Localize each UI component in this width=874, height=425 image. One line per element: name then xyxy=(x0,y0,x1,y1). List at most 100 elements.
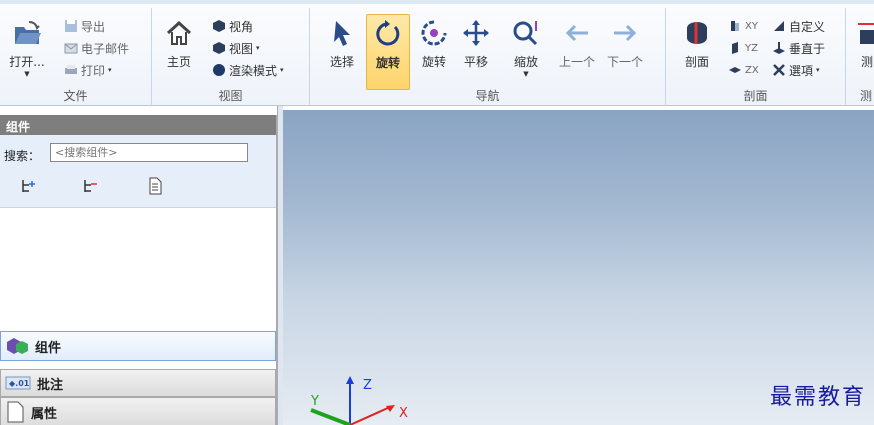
chevron-down-icon: ▾ xyxy=(256,44,260,52)
next-label: 下一个 xyxy=(606,55,643,69)
tab-annotations-label: 批注 xyxy=(37,377,64,393)
measure-group: 测 测 xyxy=(846,8,874,106)
annotation-icon: ◆.01 xyxy=(5,376,31,390)
section-group: 剖面 XY YZ ZX 自定义 垂直于 選項 ▾ 剖面 xyxy=(666,8,846,106)
yz-label: YZ xyxy=(745,42,758,54)
collapse-tree-icon[interactable] xyxy=(82,177,100,195)
rotate-active-label: 旋转 xyxy=(375,56,400,70)
select-button[interactable]: 选择 xyxy=(324,18,360,70)
pan-label: 平移 xyxy=(463,55,488,69)
options-button[interactable]: 選項 ▾ xyxy=(772,60,820,80)
section-group-label: 剖面 xyxy=(743,89,768,103)
view-group-label: 视图 xyxy=(218,89,243,103)
render-mode-button[interactable]: 渲染模式 ▾ xyxy=(212,60,284,80)
chevron-down-icon: ▼ xyxy=(523,70,529,78)
tools-icon xyxy=(773,64,785,76)
save-icon xyxy=(65,20,77,32)
home-button[interactable]: 主页 xyxy=(162,18,196,70)
axis-y-label: Y xyxy=(310,394,319,409)
printer-icon xyxy=(65,65,77,74)
export-label: 导出 xyxy=(81,19,106,34)
perpendicular-label: 垂直于 xyxy=(789,41,826,56)
open-button[interactable]: 打开... ▼ xyxy=(6,18,48,78)
cursor-arrow-icon xyxy=(334,21,350,46)
email-label: 电子邮件 xyxy=(81,41,130,56)
rotate-active-button[interactable]: 旋转 xyxy=(366,14,410,90)
zoom-label: 缩放 xyxy=(513,55,538,69)
home-label: 主页 xyxy=(166,55,191,69)
rotate-button[interactable]: 旋转 xyxy=(416,18,452,70)
3d-viewport[interactable]: Z X Y 最需教育 xyxy=(283,110,874,425)
tab-properties[interactable]: 属性 xyxy=(0,397,276,425)
chevron-down-icon: ▾ xyxy=(816,66,820,74)
chevron-down-icon: ▾ xyxy=(280,66,284,74)
properties-doc-icon xyxy=(7,401,24,423)
select-label: 选择 xyxy=(329,55,354,69)
print-label: 打印 xyxy=(81,63,106,78)
print-button[interactable]: 打印 ▾ xyxy=(64,60,112,80)
plane-xy-icon xyxy=(731,21,739,31)
plane-zx-icon xyxy=(729,67,741,73)
view-group: 主页 视角 视图 ▾ 渲染模式 ▾ 视图 xyxy=(152,8,310,106)
axis-triad: Z X Y xyxy=(310,376,408,425)
perpendicular-button[interactable]: 垂直于 xyxy=(772,38,825,58)
tab-properties-label: 属性 xyxy=(31,406,58,422)
plane-yz-icon xyxy=(732,42,738,54)
search-area: 搜索： xyxy=(0,135,276,208)
plane-zx-button[interactable]: ZX xyxy=(728,60,759,80)
file-group-label: 文件 xyxy=(63,89,88,103)
components-cube-icon xyxy=(7,338,28,354)
custom-plane-button[interactable]: 自定义 xyxy=(772,16,825,36)
next-button[interactable]: 下一个 xyxy=(602,18,648,70)
plane-yz-button[interactable]: YZ xyxy=(728,38,758,58)
views-label: 视图 xyxy=(229,41,254,56)
search-label: 搜索： xyxy=(4,149,41,163)
chevron-down-icon: ▾ xyxy=(108,66,112,74)
measure-group-label: 测 xyxy=(860,89,873,103)
zoom-icon xyxy=(513,21,538,46)
email-button[interactable]: 电子邮件 xyxy=(64,38,129,58)
sphere-icon xyxy=(213,64,225,76)
options-label: 選項 xyxy=(789,63,814,78)
prev-label: 上一个 xyxy=(558,55,595,69)
custom-label: 自定义 xyxy=(789,19,826,34)
axis-z-label: Z xyxy=(363,378,372,393)
document-list-icon[interactable] xyxy=(146,177,164,195)
views-button[interactable]: 视图 ▾ xyxy=(212,38,260,58)
zx-label: ZX xyxy=(745,64,759,76)
move-arrows-icon xyxy=(463,20,489,46)
ruler-icon xyxy=(858,23,874,44)
expand-tree-icon[interactable] xyxy=(20,177,38,195)
measure-button[interactable]: 测 xyxy=(852,18,874,70)
rotate-icon xyxy=(376,20,400,46)
section-button[interactable]: 剖面 xyxy=(680,18,714,70)
tab-components[interactable]: 组件 xyxy=(0,331,276,361)
perpendicular-icon xyxy=(773,42,785,54)
section-cut-icon xyxy=(687,22,707,44)
cube-icon xyxy=(213,42,225,54)
search-input[interactable] xyxy=(50,143,248,162)
watermark-text: 最需教育 xyxy=(769,385,866,410)
xy-label: XY xyxy=(745,20,758,32)
prev-button[interactable]: 上一个 xyxy=(554,18,600,70)
orbit-icon xyxy=(421,20,447,46)
render-mode-label: 渲染模式 xyxy=(229,63,278,78)
email-icon xyxy=(64,43,78,54)
tab-annotations[interactable]: ◆.01 批注 xyxy=(0,369,276,397)
plane-xy-button[interactable]: XY xyxy=(728,16,758,36)
file-group: 打开... ▼ 导出 电子邮件 打印 ▾ 文件 xyxy=(0,8,152,106)
tab-components-label: 组件 xyxy=(35,340,62,356)
angle-label: 视角 xyxy=(229,19,254,34)
panel-title: 组件 xyxy=(0,115,276,135)
cube-icon xyxy=(213,20,225,32)
svg-text:◆.01: ◆.01 xyxy=(9,379,30,388)
zoom-button[interactable]: 缩放 ▼ xyxy=(508,18,544,78)
angle-button[interactable]: 视角 xyxy=(212,16,253,36)
ribbon-toolbar: 打开... ▼ 导出 电子邮件 打印 ▾ 文件 主页 视角 视图 ▾ 渲染模式 … xyxy=(0,0,874,106)
rotate-label: 旋转 xyxy=(421,55,446,69)
nav-group-label: 导航 xyxy=(475,89,500,103)
export-button[interactable]: 导出 xyxy=(64,16,105,36)
home-icon xyxy=(166,20,192,45)
pan-button[interactable]: 平移 xyxy=(458,18,494,70)
measure-label: 测 xyxy=(860,55,873,69)
